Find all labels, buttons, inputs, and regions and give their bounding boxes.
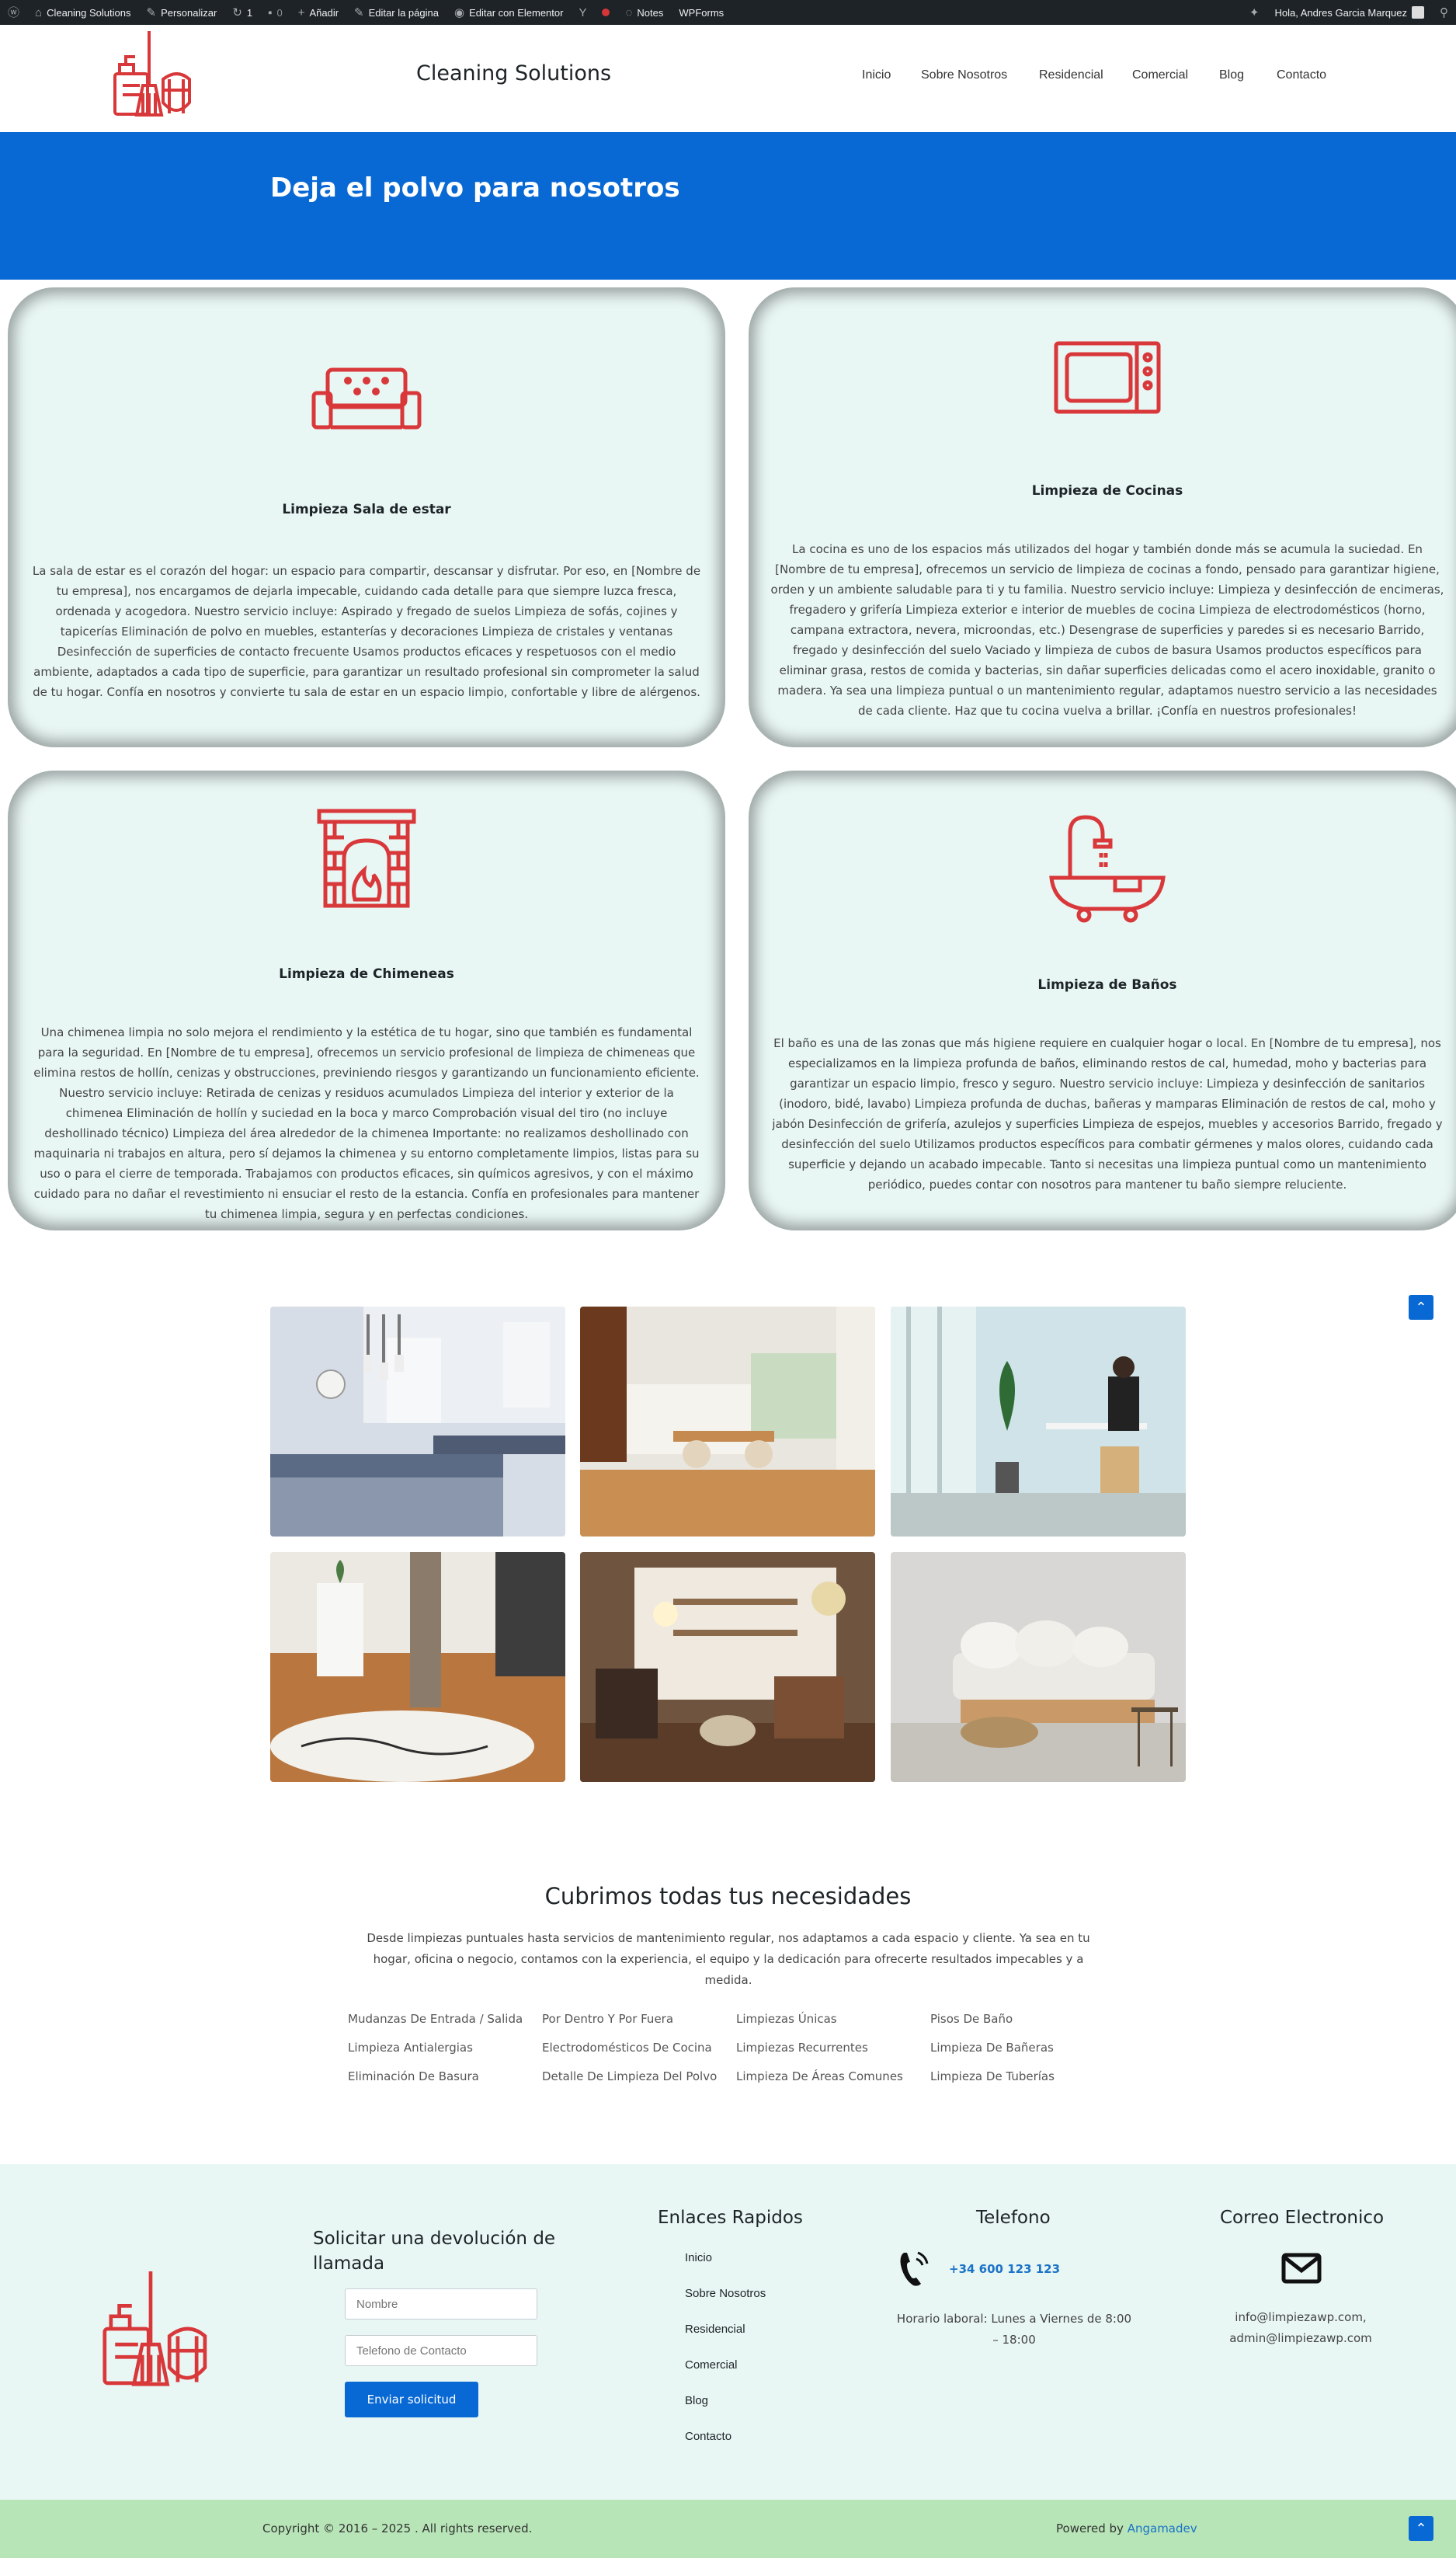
service-item: Limpieza De Bañeras xyxy=(930,2041,1054,2055)
gallery-image-kitchen[interactable] xyxy=(270,1307,565,1537)
phone-title: Telefono xyxy=(976,2208,1051,2228)
powered-by-link[interactable]: Angamadev xyxy=(1128,2521,1197,2535)
admin-add-new[interactable]: + Añadir xyxy=(290,0,346,25)
admin-bar: ⓦ ⌂ Cleaning Solutions ✎ Personalizar ↻ 1 ▪… xyxy=(0,0,1456,25)
email-title: Correo Electronico xyxy=(1220,2208,1385,2228)
brush-icon: ✎ xyxy=(146,5,157,19)
plus-icon: + xyxy=(297,5,305,19)
microwave-icon xyxy=(1054,341,1161,414)
admin-notes[interactable]: ◌ Notes xyxy=(617,0,671,25)
card-title: Limpieza de Cocinas xyxy=(1031,483,1183,499)
copyright-text: Copyright © 2016 – 2025 . All rights res… xyxy=(262,2521,533,2535)
nav-comercial[interactable]: Comercial xyxy=(1132,68,1188,82)
service-card-fireplace: Limpieza de Chimeneas Una chimenea limpi… xyxy=(8,771,725,1230)
service-item: Limpieza De Áreas Comunes xyxy=(736,2069,903,2083)
business-hours: Horario laboral: Lunes a Viernes de 8:00… xyxy=(896,2312,1132,2347)
bathtub-icon xyxy=(1049,815,1166,923)
card-text: La cocina es uno de los espacios más uti… xyxy=(770,542,1444,718)
envelope-icon xyxy=(1281,2253,1322,2284)
admin-comments[interactable]: ▪ 0 xyxy=(260,0,290,25)
card-text: La sala de estar es el corazón del hogar… xyxy=(32,564,701,699)
card-text: El baño es una de las zonas que más higi… xyxy=(772,1036,1443,1192)
service-card-kitchen: Limpieza de Cocinas La cocina es uno de … xyxy=(749,287,1456,747)
cleaning-logo-icon[interactable] xyxy=(109,31,194,121)
gallery-image-living-room[interactable] xyxy=(580,1552,875,1782)
back-to-top-button[interactable]: ⌃ xyxy=(1409,1295,1433,1320)
gallery-image-office[interactable] xyxy=(891,1307,1186,1537)
callback-title: Solicitar una devolución de llamada xyxy=(313,2229,556,2274)
nav-blog[interactable]: Blog xyxy=(1219,68,1244,82)
name-field[interactable] xyxy=(345,2288,537,2320)
service-item: Limpieza Antialergias xyxy=(348,2041,473,2055)
service-item: Pisos De Baño xyxy=(930,2012,1013,2026)
quick-links-title: Enlaces Rapidos xyxy=(658,2208,803,2228)
nav-contacto[interactable]: Contacto xyxy=(1277,68,1326,82)
refresh-icon: ↻ xyxy=(232,5,242,19)
service-item: Limpieza De Tuberías xyxy=(930,2069,1055,2083)
powered-by: Powered by Angamadev xyxy=(1056,2521,1197,2535)
service-item: Mudanzas De Entrada / Salida xyxy=(348,2012,523,2026)
speech-bubble-icon: ◌ xyxy=(625,5,633,19)
nav-sobre-nosotros[interactable]: Sobre Nosotros xyxy=(921,68,1007,82)
admin-wpforms[interactable]: WPForms xyxy=(671,0,731,25)
needs-description: Desde limpiezas puntuales hasta servicio… xyxy=(367,1931,1090,1987)
fireplace-icon xyxy=(317,809,416,908)
sofa-icon xyxy=(311,367,422,430)
service-card-bathroom: Limpieza de Baños El baño es una de las … xyxy=(749,771,1456,1230)
admin-updates[interactable]: ↻ 1 xyxy=(224,0,260,25)
footer-link-inicio[interactable]: Inicio xyxy=(685,2251,712,2264)
service-item: Limpiezas Recurrentes xyxy=(736,2041,868,2055)
footer-link-contacto[interactable]: Contacto xyxy=(685,2430,731,2443)
service-item: Limpiezas Únicas xyxy=(736,2012,837,2026)
gallery-image-sofa[interactable] xyxy=(891,1552,1186,1782)
submit-request-button[interactable]: Enviar solicitud xyxy=(345,2382,478,2417)
admin-edit-elementor[interactable]: ◉ Editar con Elementor xyxy=(447,0,572,25)
comment-icon: ▪ xyxy=(268,5,273,19)
card-title: Limpieza Sala de estar xyxy=(282,502,451,517)
needs-title: Cubrimos todas tus necesidades xyxy=(544,1883,912,1909)
home-icon: ⌂ xyxy=(35,5,43,19)
pencil-icon: ✎ xyxy=(354,5,364,19)
phone-field[interactable] xyxy=(345,2335,537,2366)
admin-edit-page[interactable]: ✎ Editar la página xyxy=(346,0,447,25)
site-header: Cleaning Solutions Inicio Sobre Nosotros… xyxy=(0,25,1456,132)
phone-number-link[interactable]: +34 600 123 123 xyxy=(949,2262,1060,2276)
admin-customize[interactable]: ✎ Personalizar xyxy=(138,0,224,25)
status-dot-icon[interactable] xyxy=(594,0,617,25)
footer-link-comercial[interactable]: Comercial xyxy=(685,2358,738,2372)
avatar xyxy=(1412,6,1424,19)
elementor-icon: ◉ xyxy=(453,5,465,19)
contact-emails: info@limpiezawp.com, admin@limpiezawp.co… xyxy=(1229,2310,1372,2345)
nav-residencial[interactable]: Residencial xyxy=(1039,68,1103,82)
search-icon[interactable]: ⚲ xyxy=(1432,0,1456,25)
cleaning-logo-icon xyxy=(103,2271,207,2386)
footer-link-blog[interactable]: Blog xyxy=(685,2394,708,2407)
card-title: Limpieza de Chimeneas xyxy=(279,966,454,982)
hero-banner: Deja el polvo para nosotros xyxy=(0,132,1456,280)
footer-link-residencial[interactable]: Residencial xyxy=(685,2323,745,2336)
nav-inicio[interactable]: Inicio xyxy=(862,68,891,82)
footer-bottom-bar: Copyright © 2016 – 2025 . All rights res… xyxy=(0,2500,1456,2558)
admin-site-name[interactable]: ⌂ Cleaning Solutions xyxy=(27,0,138,25)
ai-sparkle-icon[interactable]: ✦ xyxy=(1242,0,1267,25)
site-title[interactable]: Cleaning Solutions xyxy=(416,61,611,85)
chevron-up-icon: ⌃ xyxy=(1415,2521,1427,2536)
service-item: Detalle De Limpieza Del Polvo xyxy=(542,2069,718,2083)
wordpress-logo-icon[interactable]: ⓦ xyxy=(0,0,27,25)
hero-title: Deja el polvo para nosotros xyxy=(270,172,680,204)
service-item: Por Dentro Y Por Fuera xyxy=(542,2012,674,2026)
service-item: Eliminación De Basura xyxy=(348,2069,479,2083)
service-item: Electrodomésticos De Cocina xyxy=(542,2041,712,2055)
back-to-top-button[interactable]: ⌃ xyxy=(1409,2516,1433,2541)
footer-link-sobre-nosotros[interactable]: Sobre Nosotros xyxy=(685,2287,766,2300)
gallery-image-rug[interactable] xyxy=(270,1552,565,1782)
card-text: Una chimenea limpia no solo mejora el re… xyxy=(33,1025,700,1221)
service-card-living-room: Limpieza Sala de estar La sala de estar … xyxy=(8,287,725,747)
phone-icon xyxy=(900,2251,929,2286)
chevron-up-icon: ⌃ xyxy=(1415,1300,1427,1315)
admin-account[interactable]: Hola, Andres Garcia Marquez xyxy=(1267,0,1432,25)
yoast-icon[interactable]: Y xyxy=(571,0,594,25)
gallery-image-dining[interactable] xyxy=(580,1307,875,1537)
card-title: Limpieza de Baños xyxy=(1037,977,1177,993)
